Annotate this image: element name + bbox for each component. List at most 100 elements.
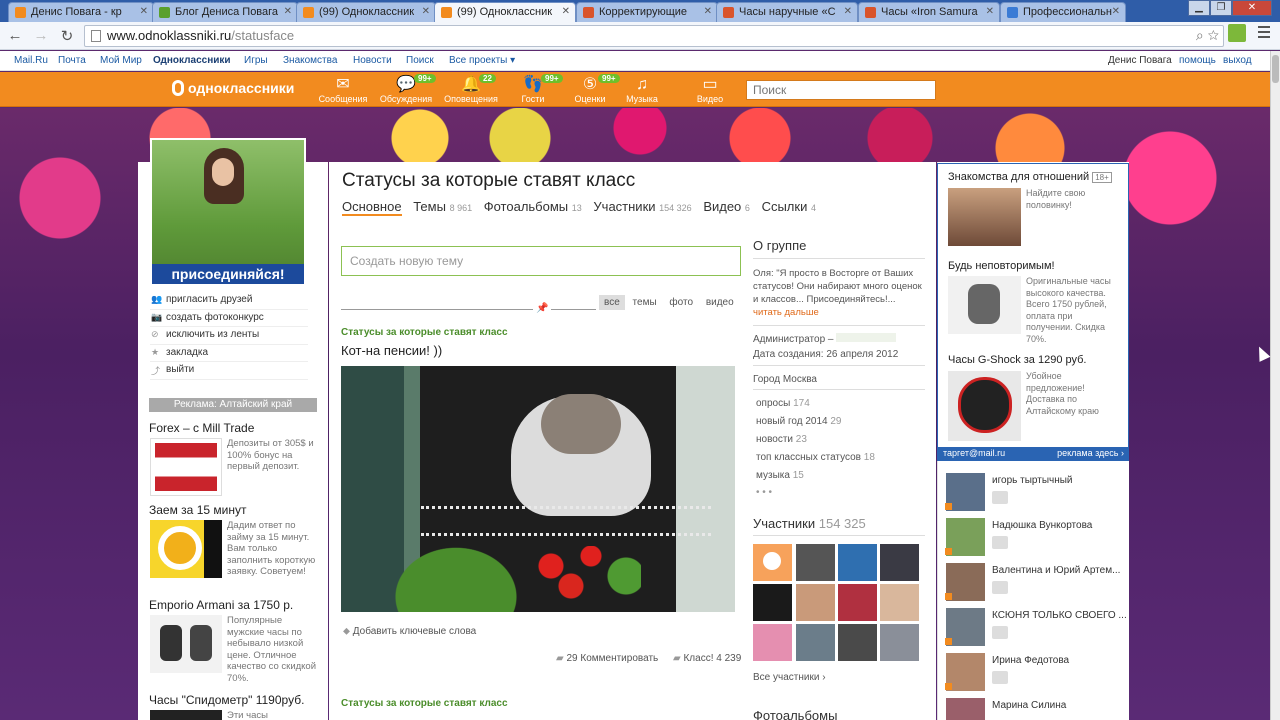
- ad-text[interactable]: Депозиты от 305$ и 100% бонус на первый …: [227, 438, 319, 473]
- member-thumb[interactable]: [796, 584, 835, 621]
- mailru-link[interactable]: Mail.Ru: [14, 55, 48, 66]
- tab-topics[interactable]: Темы 8 961: [413, 199, 472, 214]
- nav-messages[interactable]: ✉ Сообщения: [315, 75, 371, 104]
- invite-friends-link[interactable]: 👥 пригласить друзей: [150, 292, 308, 310]
- nav-ratings[interactable]: ⑤ 99+ Оценки: [562, 74, 620, 104]
- tab-close-icon[interactable]: ✕: [1112, 6, 1120, 17]
- member-thumb[interactable]: [753, 624, 792, 661]
- member-thumb[interactable]: [880, 544, 919, 581]
- member-thumb[interactable]: [753, 544, 792, 581]
- create-photo-contest-link[interactable]: 📷 создать фотоконкурс: [150, 310, 308, 327]
- like-button[interactable]: ▰ Класс! 4 239: [673, 653, 741, 664]
- nav-notifications[interactable]: 🔔 22 Оповещения: [443, 74, 499, 104]
- odnoklassniki-link[interactable]: Одноклассники: [153, 55, 231, 66]
- member-thumb[interactable]: [880, 624, 919, 661]
- add-keywords-link[interactable]: ⬥ Добавить ключевые слова: [343, 626, 476, 637]
- message-icon[interactable]: [992, 671, 1008, 684]
- filter-photo[interactable]: фото: [664, 295, 698, 310]
- filter-video[interactable]: видео: [701, 295, 739, 310]
- ad-text[interactable]: Дадим ответ по займу за 15 минут. Вам то…: [227, 520, 319, 578]
- browser-tab-8[interactable]: Профессиональн ✕: [1000, 2, 1126, 22]
- ad-image-watches[interactable]: [150, 615, 222, 673]
- tab-photo-albums[interactable]: Фотоальбомы 13: [484, 199, 582, 214]
- message-icon[interactable]: [992, 626, 1008, 639]
- friend-item[interactable]: КСЮНЯ ТОЛЬКО СВОЕГО ...: [945, 608, 1127, 648]
- ad-title[interactable]: Заем за 15 минут: [149, 503, 246, 517]
- members-title[interactable]: Участники 154 325: [753, 516, 866, 531]
- ad-title[interactable]: Forex – с Mill Trade: [149, 421, 254, 435]
- ad-title[interactable]: Часы G-Shock за 1290 руб.: [948, 354, 1086, 366]
- scrollbar-thumb[interactable]: [1272, 55, 1279, 83]
- search-icon[interactable]: ⌕: [1196, 27, 1204, 43]
- ad-text[interactable]: Эти часы: [227, 710, 319, 720]
- category-top-statuses[interactable]: топ классных статусов 18: [756, 452, 875, 463]
- tab-main[interactable]: Основное: [342, 199, 402, 216]
- ad-image-speedometer[interactable]: [150, 710, 222, 720]
- ad-title[interactable]: Будь неповторимым!: [948, 260, 1055, 272]
- friend-avatar[interactable]: [946, 698, 985, 720]
- chrome-menu-icon[interactable]: [1258, 26, 1270, 41]
- ad-image-loan[interactable]: [150, 520, 222, 578]
- my-world-link[interactable]: Мой Мир: [100, 55, 142, 66]
- category-new-year[interactable]: новый год 2014 29: [756, 416, 841, 427]
- ad-title[interactable]: Часы "Спидометр" 1190руб.: [149, 693, 304, 707]
- star-icon[interactable]: ☆: [1208, 27, 1219, 43]
- member-thumb[interactable]: [796, 624, 835, 661]
- friend-item[interactable]: Марина Силина: [946, 698, 1126, 720]
- user-name[interactable]: Денис Повага: [1108, 55, 1172, 66]
- comment-button[interactable]: ▰ 29 Комментировать: [556, 653, 658, 664]
- pin-icon[interactable]: 📌: [536, 303, 548, 314]
- browser-tab-3[interactable]: (99) Одноклассник ✕: [296, 2, 436, 22]
- ad-image-milltrade[interactable]: [150, 438, 222, 496]
- tab-close-icon[interactable]: ✕: [704, 6, 712, 17]
- member-thumb[interactable]: [880, 584, 919, 621]
- message-icon[interactable]: [992, 536, 1008, 549]
- exclude-from-feed-link[interactable]: ⊘ исключить из ленты: [150, 327, 308, 345]
- extension-icon[interactable]: [1228, 24, 1246, 42]
- filter-topics[interactable]: темы: [628, 295, 662, 310]
- tab-links[interactable]: Ссылки 4: [762, 199, 816, 214]
- games-link[interactable]: Игры: [244, 55, 268, 66]
- ad-text[interactable]: Убойное предложение! Доставка по Алтайск…: [1026, 371, 1121, 417]
- browser-tab-4-active[interactable]: (99) Одноклассник ✕: [434, 2, 576, 22]
- reload-icon[interactable]: ↻: [58, 27, 76, 45]
- maximize-icon[interactable]: ❐: [1210, 0, 1232, 16]
- join-button[interactable]: присоединяйся!: [152, 264, 304, 284]
- read-more-link[interactable]: читать дальше: [753, 307, 819, 318]
- address-bar[interactable]: www.odnoklassniki.ru/statusface ⌕ ☆: [84, 25, 1224, 47]
- filter-all[interactable]: все: [599, 295, 625, 310]
- friend-item[interactable]: Ирина Федотова: [945, 653, 1126, 693]
- close-window-icon[interactable]: ✕: [1232, 0, 1272, 16]
- search-input[interactable]: [746, 80, 936, 100]
- target-mail-logo[interactable]: таргет@mail.ru: [943, 448, 1005, 458]
- tab-members[interactable]: Участники 154 326: [593, 199, 691, 214]
- browser-tab-5[interactable]: Корректирующие ✕: [576, 2, 718, 22]
- tab-video[interactable]: Видео 6: [703, 199, 750, 214]
- news-link[interactable]: Новости: [353, 55, 392, 66]
- member-thumb[interactable]: [838, 624, 877, 661]
- tab-close-icon[interactable]: ✕: [562, 6, 570, 17]
- member-thumb[interactable]: [838, 584, 877, 621]
- admin-name-blurred[interactable]: [836, 333, 897, 342]
- forward-arrow-icon[interactable]: →: [32, 27, 50, 44]
- dating-link[interactable]: Знакомства: [283, 55, 337, 66]
- browser-tab-7[interactable]: Часы «Iron Samura ✕: [858, 2, 1000, 22]
- tab-close-icon[interactable]: ✕: [140, 6, 148, 17]
- member-thumb[interactable]: [838, 544, 877, 581]
- minimize-icon[interactable]: ▁: [1188, 0, 1210, 16]
- ad-image-gshock[interactable]: [948, 371, 1021, 441]
- mail-link[interactable]: Почта: [58, 55, 86, 66]
- advertise-here-link[interactable]: реклама здесь ›: [1057, 448, 1124, 458]
- browser-tab-6[interactable]: Часы наручные «С ✕: [716, 2, 858, 22]
- browser-tab-2[interactable]: Блог Дениса Повага ✕: [152, 2, 298, 22]
- member-thumb[interactable]: [796, 544, 835, 581]
- ad-text[interactable]: Найдите свою половинку!: [1026, 188, 1121, 211]
- friend-item[interactable]: игорь тыртычный: [945, 473, 1126, 513]
- page-scrollbar[interactable]: [1270, 51, 1280, 720]
- ad-image-dating[interactable]: [948, 188, 1021, 246]
- ad-title[interactable]: Emporio Armani за 1750 р.: [149, 598, 293, 612]
- message-icon[interactable]: [992, 581, 1008, 594]
- group-avatar[interactable]: присоединяйся!: [150, 138, 306, 286]
- logout-link[interactable]: выход: [1223, 55, 1252, 66]
- nav-guests[interactable]: 👣 99+ Гости: [505, 74, 563, 104]
